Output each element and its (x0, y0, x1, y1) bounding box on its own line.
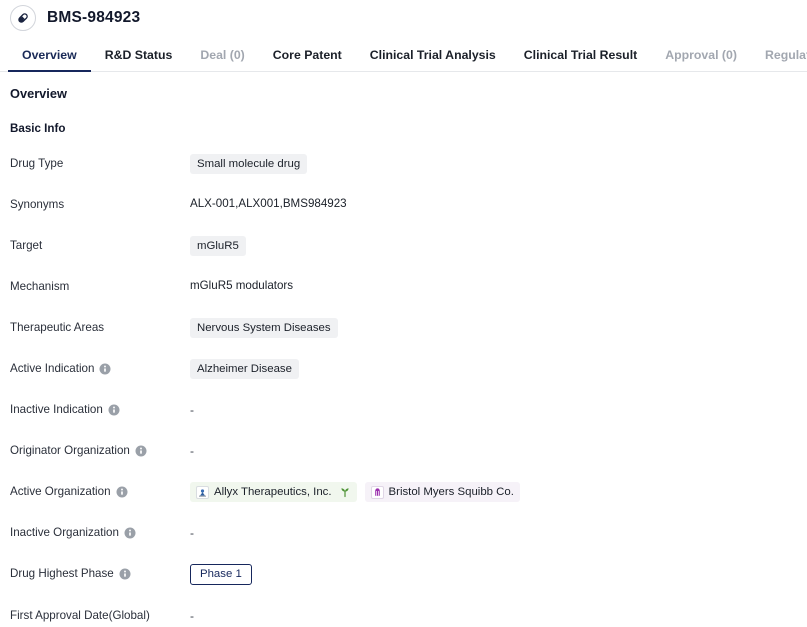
field-row: Target mGluR5 (10, 236, 807, 256)
value-empty: - (190, 444, 194, 458)
field-value: - (190, 523, 807, 542)
field-row: First Approval Date(Global) - (10, 606, 807, 626)
overview-content: Overview Basic Info Drug Type Small mole… (0, 72, 807, 626)
chip-therapeutic-area[interactable]: Nervous System Diseases (190, 318, 338, 338)
field-label: Target (10, 236, 190, 254)
status-badge-phase[interactable]: Phase 1 (190, 564, 252, 585)
tab-core-patent[interactable]: Core Patent (259, 48, 356, 71)
field-label: Active Indication (10, 359, 190, 377)
field-row: Synonyms ALX-001,ALX001,BMS984923 (10, 195, 807, 215)
value-empty: - (190, 609, 194, 623)
field-label: Inactive Organization (10, 523, 190, 541)
chip-active-indication[interactable]: Alzheimer Disease (190, 359, 299, 379)
field-label-text: Originator Organization (10, 444, 130, 457)
field-label: Drug Highest Phase (10, 564, 190, 582)
chip-organization-allyx[interactable]: Allyx Therapeutics, Inc. (190, 482, 357, 502)
field-row: Originator Organization - (10, 441, 807, 461)
field-label-text: Synonyms (10, 198, 65, 211)
tab-clinical-trial-analysis[interactable]: Clinical Trial Analysis (356, 48, 510, 71)
field-value: - (190, 400, 807, 419)
green-sprout-icon (339, 486, 351, 498)
tab-regulation[interactable]: Regulation (0) (751, 48, 807, 71)
field-label-text: Therapeutic Areas (10, 321, 105, 334)
field-label-text: Inactive Indication (10, 403, 103, 416)
field-value: ALX-001,ALX001,BMS984923 (190, 195, 807, 213)
tab-approval[interactable]: Approval (0) (651, 48, 751, 71)
section-title: Overview (10, 86, 67, 101)
chip-organization-label: Bristol Myers Squibb Co. (388, 486, 514, 498)
field-row: Active Indication Alzheimer Disease (10, 359, 807, 379)
field-value: Allyx Therapeutics, Inc. Bristol Myers S… (190, 482, 807, 502)
field-row: Drug Highest Phase Phase 1 (10, 564, 807, 585)
subsection-title-basic-info: Basic Info (10, 122, 66, 135)
value-empty: - (190, 403, 194, 417)
field-row: Inactive Organization - (10, 523, 807, 543)
field-row: Mechanism mGluR5 modulators (10, 277, 807, 297)
field-value: Nervous System Diseases (190, 318, 807, 338)
field-row: Drug Type Small molecule drug (10, 154, 807, 174)
field-value: Small molecule drug (190, 154, 807, 174)
field-value: mGluR5 (190, 236, 807, 256)
field-label-text: Active Indication (10, 362, 95, 375)
value-mechanism: mGluR5 modulators (190, 279, 294, 292)
info-icon[interactable] (135, 445, 147, 457)
chip-organization-label: Allyx Therapeutics, Inc. (214, 486, 332, 498)
info-icon[interactable] (108, 404, 120, 416)
field-value: - (190, 606, 807, 625)
value-synonyms: ALX-001,ALX001,BMS984923 (190, 197, 347, 210)
pill-capsule-icon (10, 5, 36, 31)
field-label: Drug Type (10, 154, 190, 172)
field-label-text: Inactive Organization (10, 526, 119, 539)
field-label: Active Organization (10, 482, 190, 500)
company-logo-icon (196, 485, 209, 499)
field-value: Alzheimer Disease (190, 359, 807, 379)
field-value: - (190, 441, 807, 460)
field-label: Inactive Indication (10, 400, 190, 418)
tab-clinical-trial-result[interactable]: Clinical Trial Result (510, 48, 651, 71)
tab-bar: Overview R&D Status Deal (0) Core Patent… (0, 36, 807, 72)
field-label-text: Target (10, 239, 43, 252)
field-label: Synonyms (10, 195, 190, 213)
field-row: Therapeutic Areas Nervous System Disease… (10, 318, 807, 338)
field-label-text: Active Organization (10, 485, 111, 498)
page-title: BMS-984923 (47, 9, 141, 26)
info-icon[interactable] (99, 363, 111, 375)
field-row: Active Organization Allyx Therapeutics, … (10, 482, 807, 502)
page-header: BMS-984923 (0, 0, 807, 36)
info-icon[interactable] (116, 486, 128, 498)
chip-organization-bms[interactable]: Bristol Myers Squibb Co. (364, 482, 520, 502)
field-label: First Approval Date(Global) (10, 606, 190, 624)
tab-rd-status[interactable]: R&D Status (91, 48, 187, 71)
field-value: Phase 1 (190, 564, 807, 585)
tab-deal[interactable]: Deal (0) (186, 48, 258, 71)
field-label-text: Mechanism (10, 280, 70, 293)
field-label-text: Drug Type (10, 157, 64, 170)
field-row: Inactive Indication - (10, 400, 807, 420)
field-label-text: Drug Highest Phase (10, 567, 114, 580)
field-label: Therapeutic Areas (10, 318, 190, 336)
value-empty: - (190, 526, 194, 540)
chip-drug-type[interactable]: Small molecule drug (190, 154, 308, 174)
info-icon[interactable] (124, 527, 136, 539)
tab-overview[interactable]: Overview (8, 48, 91, 72)
field-label-text: First Approval Date(Global) (10, 609, 150, 622)
field-value: mGluR5 modulators (190, 277, 807, 295)
field-label: Originator Organization (10, 441, 190, 459)
chip-target[interactable]: mGluR5 (190, 236, 246, 256)
field-label: Mechanism (10, 277, 190, 295)
company-logo-icon (370, 485, 384, 499)
info-icon[interactable] (119, 568, 131, 580)
